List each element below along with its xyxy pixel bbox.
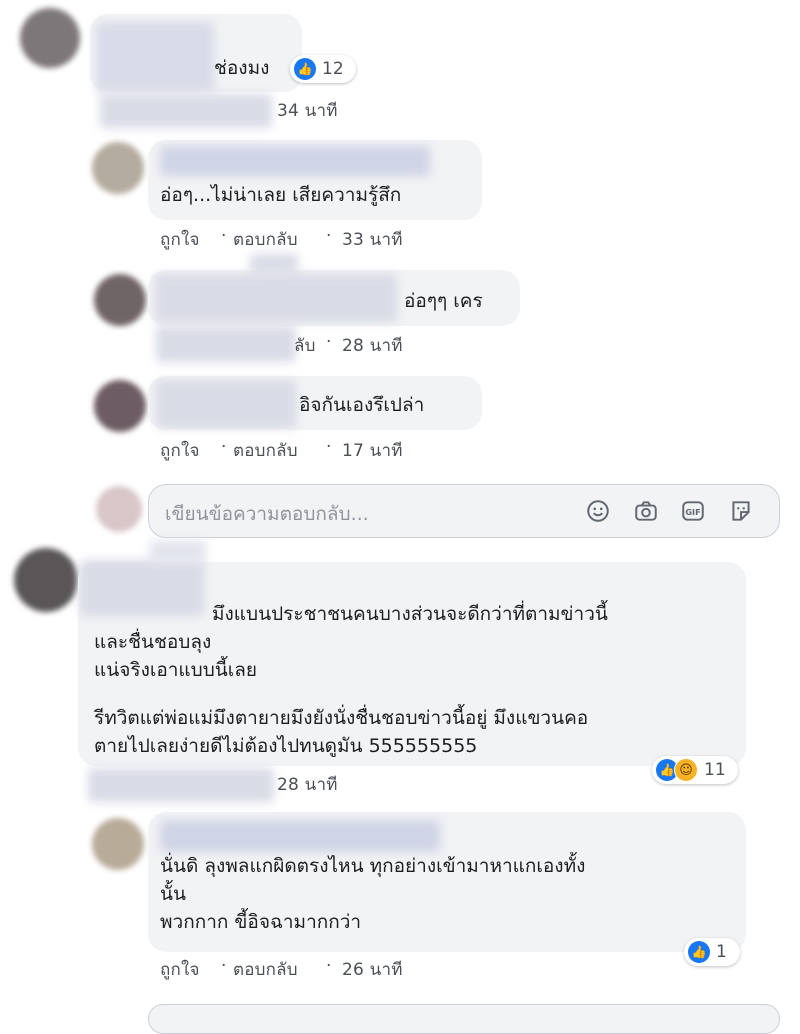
separator: · — [221, 226, 227, 246]
reaction-count: 1 — [716, 942, 727, 962]
reply-input[interactable] — [148, 1004, 780, 1034]
reaction-count: 12 — [322, 59, 344, 79]
avatar[interactable] — [94, 380, 146, 432]
comment-text-line: พวกกาก ขี้อิจฉามากกว่า — [160, 911, 362, 933]
comment-text-line: นั่นดิ ลุงพลแกผิดตรงไหน ทุกอย่างเข้ามาหา… — [160, 855, 586, 877]
reaction-count: 11 — [704, 760, 726, 780]
camera-icon[interactable] — [633, 498, 659, 524]
avatar[interactable] — [20, 8, 80, 68]
like-icon: 👍 — [294, 58, 316, 80]
like-link[interactable]: ถูกใจ — [160, 226, 200, 253]
gif-icon[interactable]: GIF — [680, 498, 706, 524]
comment-text: อ่อๆ...ไม่น่าเลย เสียความรู้สึก — [160, 184, 402, 206]
commenter-name[interactable] — [96, 22, 214, 92]
reaction-summary[interactable]: 👍 ☺ 11 — [652, 756, 738, 784]
comment-text: อ่อๆๆ เคร — [404, 290, 483, 312]
commenter-name[interactable] — [160, 146, 430, 176]
commenter-name[interactable] — [155, 274, 397, 322]
commenter-name[interactable] — [80, 560, 204, 616]
comment-text-line: ตายไปเลยง่ายดีไม่ต้องไปทนดูมัน 555555555 — [94, 735, 478, 757]
separator: · — [326, 956, 332, 976]
comment-text: ช่องมง — [214, 57, 270, 79]
separator: · — [221, 437, 227, 457]
commenter-name[interactable] — [156, 380, 296, 428]
like-link[interactable]: ถูกใจ — [160, 956, 200, 983]
reply-link[interactable]: ลับ — [294, 332, 316, 359]
comment-text-line: แน่จริงเอาแบบนี้เลย — [94, 659, 258, 681]
comment-text-line: และชื่นชอบลุง — [94, 631, 212, 653]
avatar[interactable] — [92, 818, 144, 870]
avatar[interactable] — [92, 142, 144, 194]
commenter-name[interactable] — [250, 254, 298, 274]
reply-link[interactable]: ตอบกลับ — [233, 226, 298, 253]
comment-text: อิจกันเองรึเปล่า — [299, 394, 425, 416]
comment-time[interactable]: 28 นาที — [342, 332, 403, 359]
separator: · — [326, 332, 332, 352]
comment-text-line: รีทวิตแต่พ่อแม่มึงตายายมึงยังนั่งชื่นชอบ… — [94, 707, 589, 729]
comment-actions[interactable] — [88, 768, 274, 802]
reply-link[interactable]: ตอบกลับ — [233, 956, 298, 983]
avatar[interactable] — [94, 274, 146, 326]
reply-input-placeholder: เขียนข้อความตอบกลับ... — [165, 503, 369, 525]
reply-input[interactable]: เขียนข้อความตอบกลับ... GIF — [148, 484, 780, 538]
comment-text-line: นั้น — [160, 883, 186, 905]
commenter-name[interactable] — [150, 540, 206, 564]
avatar[interactable] — [14, 548, 78, 612]
comment-time[interactable]: 33 นาที — [342, 226, 403, 253]
comment-text-line: มึงแบนประชาชนคนบางส่วนจะดีกว่าที่ตามข่าว… — [212, 603, 608, 625]
separator: · — [326, 226, 332, 246]
separator: · — [221, 956, 227, 976]
like-icon: 👍 — [688, 941, 710, 963]
comment-time[interactable]: 28 นาที — [277, 771, 338, 798]
reaction-summary[interactable]: 👍 12 — [290, 55, 356, 83]
like-link[interactable]: ถูกใจ — [160, 437, 200, 464]
comment-time[interactable]: 34 นาที — [277, 97, 338, 124]
sticker-icon[interactable] — [728, 498, 754, 524]
current-user-avatar — [96, 486, 142, 532]
comment-actions[interactable] — [100, 94, 272, 128]
commenter-name[interactable] — [160, 820, 440, 852]
emoji-icon[interactable] — [585, 498, 611, 524]
haha-icon: ☺ — [674, 758, 698, 782]
reply-link[interactable]: ตอบกลับ — [233, 437, 298, 464]
comment-actions[interactable] — [156, 326, 296, 362]
reaction-summary[interactable]: 👍 1 — [684, 938, 740, 966]
comment-time[interactable]: 26 นาที — [342, 956, 403, 983]
comment-time[interactable]: 17 นาที — [342, 437, 403, 464]
separator: · — [326, 437, 332, 457]
svg-text:GIF: GIF — [685, 507, 700, 517]
